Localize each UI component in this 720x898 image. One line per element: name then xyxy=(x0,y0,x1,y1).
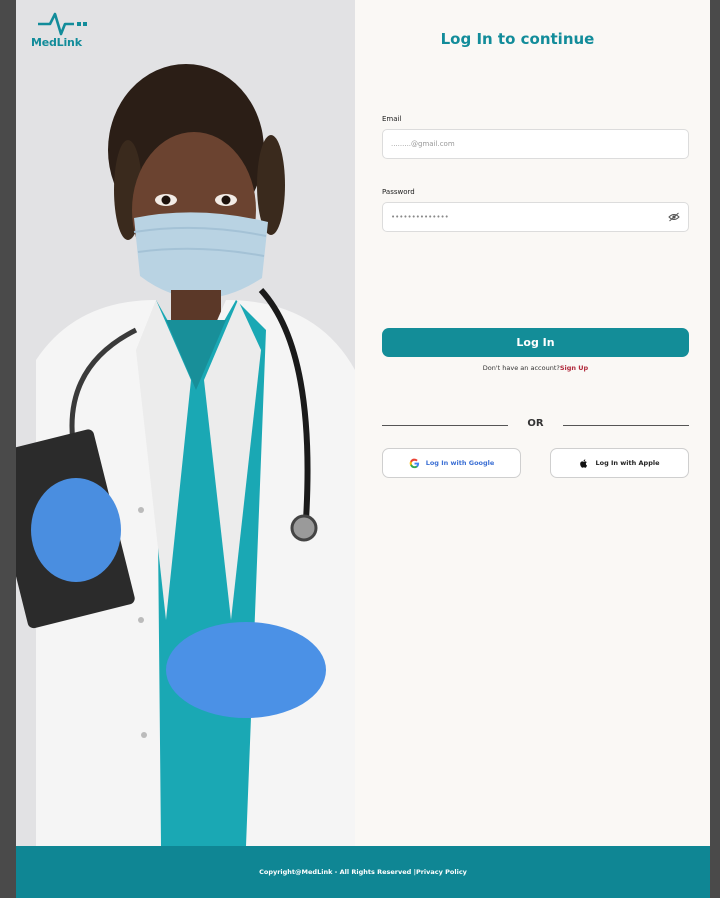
email-field[interactable]: .........@gmail.com xyxy=(382,129,689,159)
apple-login-button[interactable]: Log In with Apple xyxy=(550,448,689,478)
google-icon xyxy=(409,458,420,469)
signup-row: Don't have an account?Sign Up xyxy=(355,364,716,372)
password-field[interactable]: •••••••••••••• xyxy=(382,202,689,232)
apple-login-label: Log In with Apple xyxy=(595,459,660,467)
or-divider: OR xyxy=(382,418,689,432)
footer: Copyright@MedLink - All Rights Reserved … xyxy=(16,846,710,898)
login-page: MedLink Log In to continue Email .......… xyxy=(16,0,710,898)
page-title: Log In to continue xyxy=(440,30,595,48)
google-login-button[interactable]: Log In with Google xyxy=(382,448,521,478)
login-form: Log In to continue Email .........@gmail… xyxy=(355,0,710,846)
password-label: Password xyxy=(382,188,415,196)
password-value: •••••••••••••• xyxy=(391,213,449,221)
google-login-label: Log In with Google xyxy=(425,459,495,467)
heartbeat-icon xyxy=(38,12,87,36)
privacy-policy-link[interactable]: Privacy Policy xyxy=(416,868,467,876)
copyright-text: Copyright@MedLink - All Rights Reserved … xyxy=(259,868,416,876)
brand-name: MedLink xyxy=(31,36,82,49)
signup-prompt: Don't have an account? xyxy=(482,364,560,372)
doctor-illustration xyxy=(16,0,355,846)
doctor-photo: MedLink xyxy=(16,0,355,846)
apple-icon xyxy=(579,458,589,469)
eye-off-icon[interactable] xyxy=(668,212,680,222)
signup-link[interactable]: Sign Up xyxy=(560,364,588,372)
email-placeholder: .........@gmail.com xyxy=(391,140,455,148)
divider-text: OR xyxy=(527,418,544,429)
login-button[interactable]: Log In xyxy=(382,328,689,357)
divider-line-right xyxy=(563,425,689,426)
email-label: Email xyxy=(382,115,402,123)
